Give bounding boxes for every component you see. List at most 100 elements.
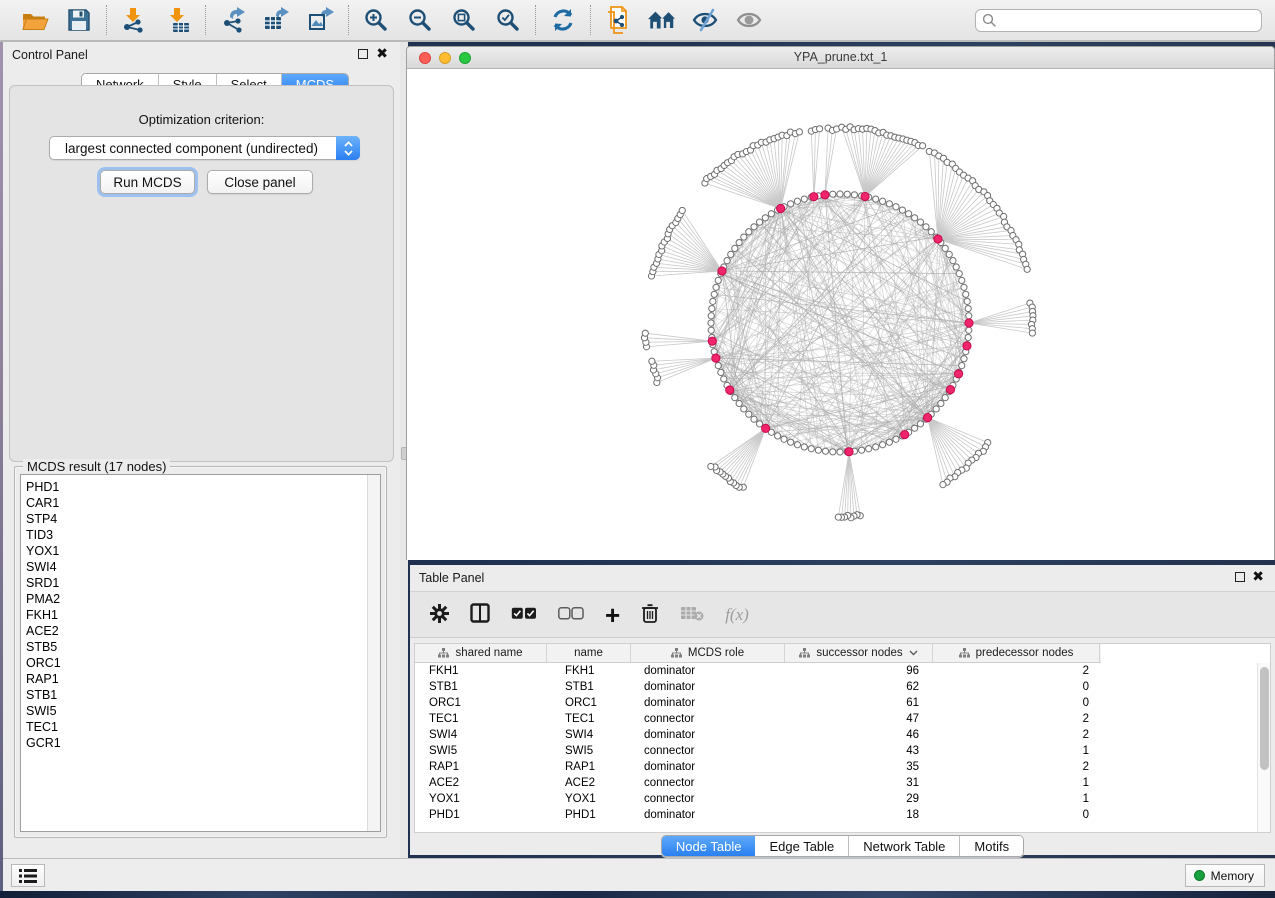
- table-cell[interactable]: SWI5: [415, 745, 547, 757]
- mcds-result-item[interactable]: STB1: [21, 687, 380, 703]
- search-input[interactable]: [975, 9, 1262, 32]
- mcds-result-item[interactable]: ORC1: [21, 655, 380, 671]
- table-cell[interactable]: connector: [631, 745, 785, 757]
- close-table-panel-icon[interactable]: ✖: [1252, 568, 1264, 584]
- show-columns-button[interactable]: [470, 603, 490, 626]
- import-table-button[interactable]: [163, 5, 193, 35]
- home-button[interactable]: [647, 5, 677, 35]
- close-panel-icon[interactable]: ✖: [376, 45, 388, 61]
- zoom-out-button[interactable]: [405, 5, 435, 35]
- table-cell[interactable]: 46: [785, 729, 933, 741]
- column-header-shared-name[interactable]: shared name: [415, 644, 547, 662]
- mcds-result-item[interactable]: PHD1: [21, 479, 380, 495]
- tab-edge-table[interactable]: Edge Table: [755, 836, 849, 856]
- mcds-result-item[interactable]: SWI5: [21, 703, 380, 719]
- table-cell[interactable]: 0: [933, 681, 1101, 693]
- criterion-dropdown[interactable]: largest connected component (undirected): [49, 136, 360, 160]
- table-scrollbar-thumb[interactable]: [1260, 667, 1269, 770]
- table-cell[interactable]: SWI4: [547, 729, 631, 741]
- function-builder-button[interactable]: f(x): [725, 605, 749, 625]
- table-cell[interactable]: 2: [933, 665, 1101, 677]
- table-cell[interactable]: STB1: [415, 681, 547, 693]
- zoom-fit-button[interactable]: [449, 5, 479, 35]
- mcds-result-item[interactable]: SWI4: [21, 559, 380, 575]
- show-panels-button[interactable]: [11, 864, 45, 887]
- network-view[interactable]: [407, 69, 1274, 560]
- table-cell[interactable]: 96: [785, 665, 933, 677]
- table-cell[interactable]: ORC1: [547, 697, 631, 709]
- table-row[interactable]: SWI5SWI5connector431: [415, 743, 1270, 759]
- table-settings-button[interactable]: [430, 604, 449, 626]
- export-network-button[interactable]: [218, 5, 248, 35]
- hide-eye-button[interactable]: [691, 5, 721, 35]
- network-from-document-button[interactable]: [603, 5, 633, 35]
- table-cell[interactable]: PHD1: [415, 809, 547, 821]
- network-canvas[interactable]: [407, 69, 1274, 560]
- mcds-result-item[interactable]: CAR1: [21, 495, 380, 511]
- table-cell[interactable]: SWI4: [415, 729, 547, 741]
- column-header-mcds-role[interactable]: MCDS role: [631, 644, 785, 662]
- mcds-result-item[interactable]: TID3: [21, 527, 380, 543]
- tab-motifs[interactable]: Motifs: [960, 836, 1023, 856]
- table-scrollbar[interactable]: [1257, 663, 1270, 832]
- mcds-result-list[interactable]: PHD1CAR1STP4TID3YOX1SWI4SRD1PMA2FKH1ACE2…: [20, 474, 381, 832]
- table-cell[interactable]: connector: [631, 713, 785, 725]
- table-cell[interactable]: dominator: [631, 681, 785, 693]
- table-cell[interactable]: 0: [933, 697, 1101, 709]
- column-header-successor-nodes[interactable]: successor nodes: [785, 644, 933, 662]
- table-row[interactable]: PHD1PHD1dominator180: [415, 807, 1270, 823]
- mcds-list-scrollbar[interactable]: [367, 475, 380, 831]
- mcds-result-item[interactable]: FKH1: [21, 607, 380, 623]
- table-cell[interactable]: TEC1: [547, 713, 631, 725]
- table-cell[interactable]: ACE2: [415, 777, 547, 789]
- mcds-result-item[interactable]: RAP1: [21, 671, 380, 687]
- mcds-result-item[interactable]: ACE2: [21, 623, 380, 639]
- table-cell[interactable]: 2: [933, 713, 1101, 725]
- table-row[interactable]: ORC1ORC1dominator610: [415, 695, 1270, 711]
- table-cell[interactable]: STB1: [547, 681, 631, 693]
- table-cell[interactable]: FKH1: [547, 665, 631, 677]
- table-cell[interactable]: 1: [933, 793, 1101, 805]
- export-table-button[interactable]: [262, 5, 292, 35]
- column-header-predecessor-nodes[interactable]: predecessor nodes: [933, 644, 1100, 662]
- table-cell[interactable]: RAP1: [547, 761, 631, 773]
- table-cell[interactable]: PHD1: [547, 809, 631, 821]
- tab-node-table[interactable]: Node Table: [662, 836, 756, 856]
- table-row[interactable]: STB1STB1dominator620: [415, 679, 1270, 695]
- table-cell[interactable]: ORC1: [415, 697, 547, 709]
- table-cell[interactable]: dominator: [631, 729, 785, 741]
- table-cell[interactable]: connector: [631, 777, 785, 789]
- table-cell[interactable]: FKH1: [415, 665, 547, 677]
- table-cell[interactable]: dominator: [631, 809, 785, 821]
- column-header-name[interactable]: name: [547, 644, 631, 662]
- delete-table-button[interactable]: [680, 605, 704, 624]
- close-panel-button[interactable]: Close panel: [207, 170, 313, 194]
- table-cell[interactable]: 43: [785, 745, 933, 757]
- mcds-result-item[interactable]: PMA2: [21, 591, 380, 607]
- deselect-all-button[interactable]: [558, 607, 584, 623]
- table-cell[interactable]: 31: [785, 777, 933, 789]
- table-row[interactable]: SWI4SWI4dominator462: [415, 727, 1270, 743]
- mcds-result-item[interactable]: SRD1: [21, 575, 380, 591]
- table-cell[interactable]: 2: [933, 761, 1101, 773]
- mcds-result-item[interactable]: GCR1: [21, 735, 380, 751]
- table-cell[interactable]: 47: [785, 713, 933, 725]
- mcds-result-item[interactable]: STB5: [21, 639, 380, 655]
- open-session-button[interactable]: [20, 5, 50, 35]
- table-cell[interactable]: 2: [933, 729, 1101, 741]
- table-cell[interactable]: TEC1: [415, 713, 547, 725]
- table-cell[interactable]: dominator: [631, 665, 785, 677]
- refresh-button[interactable]: [548, 5, 578, 35]
- table-cell[interactable]: RAP1: [415, 761, 547, 773]
- network-window-titlebar[interactable]: YPA_prune.txt_1: [407, 47, 1274, 69]
- table-cell[interactable]: ACE2: [547, 777, 631, 789]
- table-cell[interactable]: 18: [785, 809, 933, 821]
- table-cell[interactable]: 35: [785, 761, 933, 773]
- zoom-in-button[interactable]: [361, 5, 391, 35]
- table-cell[interactable]: 1: [933, 777, 1101, 789]
- run-mcds-button[interactable]: Run MCDS: [100, 170, 195, 194]
- table-cell[interactable]: dominator: [631, 697, 785, 709]
- table-cell[interactable]: 1: [933, 745, 1101, 757]
- select-all-button[interactable]: [511, 607, 537, 623]
- show-eye-button[interactable]: [735, 5, 765, 35]
